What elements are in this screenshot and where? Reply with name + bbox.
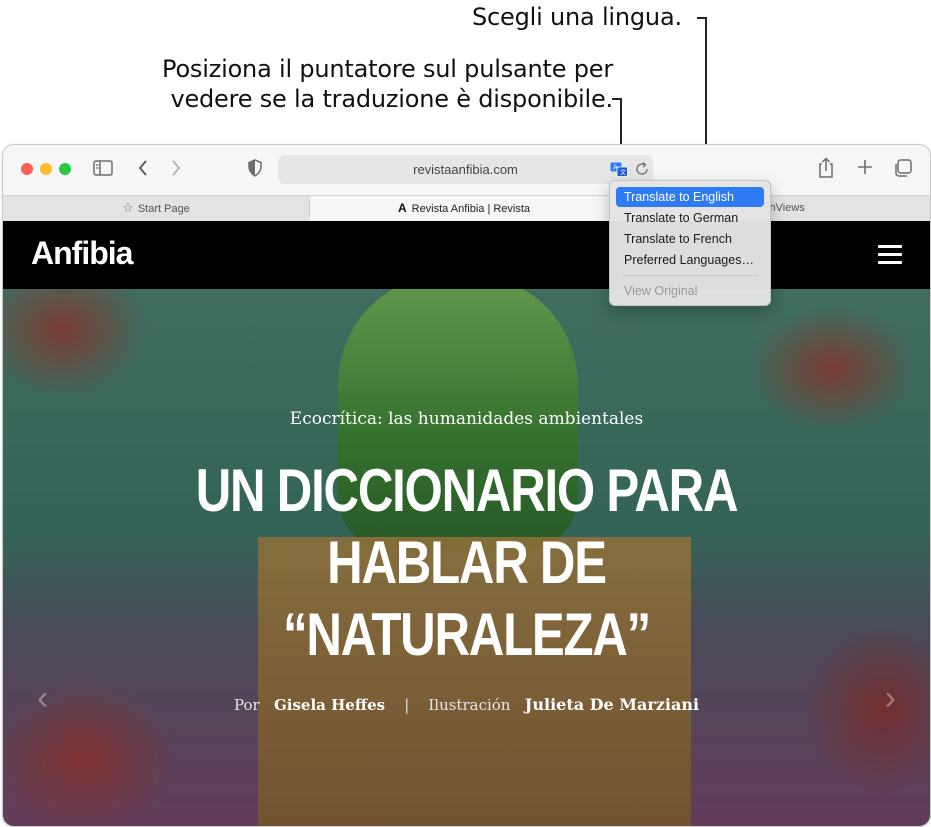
byline-illustrator[interactable]: Julieta De Marziani: [525, 695, 699, 714]
byline-ilustracion: Ilustración: [428, 696, 511, 714]
byline-por: Por: [233, 696, 260, 714]
star-icon: ☆: [122, 200, 134, 215]
site-header: Anfibia: [3, 221, 930, 289]
tab-label: Start Page: [137, 203, 190, 215]
tab-revista-anfibia[interactable]: A Revista Anfibia | Revista: [310, 196, 618, 221]
tab-bar: ☆ Start Page A Revista Anfibia | Revista c…: [3, 195, 930, 222]
callout-hover-line1: Posiziona il puntatore sul pulsante per: [162, 55, 613, 83]
article-headline[interactable]: UN DICCIONARIO PARA HABLAR DE “NATURALEZ…: [86, 455, 846, 671]
reload-icon[interactable]: [634, 161, 650, 182]
menu-item-preferred-languages[interactable]: Preferred Languages…: [616, 250, 764, 270]
hero-banner[interactable]: ‹ › Ecocrítica: las humanidades ambienta…: [3, 289, 930, 826]
tab-start-page[interactable]: ☆ Start Page: [3, 196, 309, 221]
hamburger-menu-icon[interactable]: [878, 245, 902, 265]
callout-hover-line2: vedere se la traduzione è disponibile.: [170, 85, 613, 113]
forward-icon[interactable]: [170, 158, 182, 182]
byline-author[interactable]: Gisela Heffes: [274, 696, 385, 714]
close-window-button[interactable]: [21, 163, 33, 175]
article-kicker[interactable]: Ecocrítica: las humanidades ambientales: [3, 409, 930, 429]
back-icon[interactable]: [137, 158, 149, 182]
site-logo[interactable]: Anfibia: [31, 235, 133, 272]
headline-line: “NATURALEZA”: [283, 601, 651, 668]
browser-window: revistaanfibia.com A文 ☆ Start Page A Revis…: [2, 144, 931, 827]
menu-separator: [622, 275, 758, 276]
site-favicon-icon: A: [397, 201, 407, 215]
menu-item-translate-german[interactable]: Translate to German: [616, 208, 764, 228]
tab-label: Revista Anfibia | Revista: [411, 203, 531, 215]
address-bar[interactable]: revistaanfibia.com A文: [278, 155, 653, 184]
zoom-window-button[interactable]: [59, 163, 71, 175]
headline-line: HABLAR DE: [327, 529, 607, 596]
translate-icon[interactable]: A文: [610, 162, 628, 182]
minimize-window-button[interactable]: [40, 163, 52, 175]
toolbar: revistaanfibia.com A文: [3, 145, 930, 195]
menu-item-translate-french[interactable]: Translate to French: [616, 229, 764, 249]
menu-item-translate-english[interactable]: Translate to English: [616, 187, 764, 207]
svg-text:A: A: [613, 164, 618, 172]
address-text: revistaanfibia.com: [413, 162, 518, 177]
privacy-shield-icon[interactable]: [247, 159, 263, 181]
new-tab-icon[interactable]: [856, 158, 874, 180]
tab-overview-icon[interactable]: [893, 158, 913, 182]
callout-choose-language: Scegli una lingua.: [472, 3, 682, 31]
sidebar-icon[interactable]: [93, 159, 113, 181]
menu-item-view-original: View Original: [624, 284, 698, 298]
svg-text:文: 文: [620, 169, 626, 177]
callout-hover-hint: Posiziona il puntatore sul pulsante per …: [53, 54, 613, 114]
translate-menu: Translate to English Translate to German…: [609, 180, 771, 306]
article-byline: Por Gisela Heffes | Ilustración Julieta …: [3, 695, 930, 714]
byline-separator: |: [404, 696, 410, 714]
headline-line: UN DICCIONARIO PARA: [195, 457, 739, 524]
share-icon[interactable]: [817, 157, 835, 183]
